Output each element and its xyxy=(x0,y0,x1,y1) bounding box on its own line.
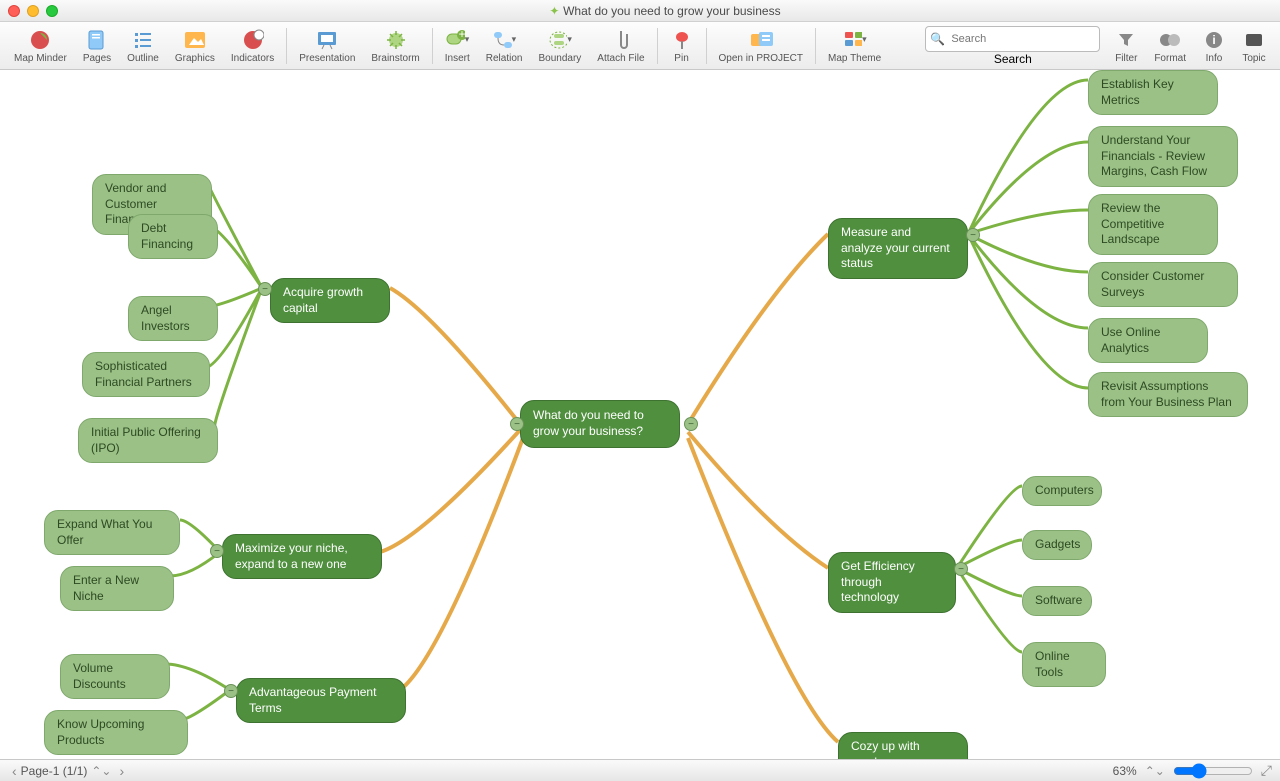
close-icon[interactable] xyxy=(8,5,20,17)
collapse-acquire[interactable]: − xyxy=(258,282,272,296)
leaf-new-niche[interactable]: Enter a New Niche xyxy=(60,566,174,611)
fullscreen-icon[interactable]: ⤢ xyxy=(1261,762,1272,779)
titlebar: ✦ What do you need to grow your business xyxy=(0,0,1280,22)
branch-acquire[interactable]: Acquire growth capital xyxy=(270,278,390,323)
indicators-button[interactable]: Indicators xyxy=(223,22,282,69)
leaf-competitive[interactable]: Review the Competitive Landscape xyxy=(1088,194,1218,255)
search-input[interactable] xyxy=(945,28,1095,50)
leaf-surveys[interactable]: Consider Customer Surveys xyxy=(1088,262,1238,307)
collapse-left[interactable]: − xyxy=(510,417,524,431)
leaf-assumptions[interactable]: Revisit Assumptions from Your Business P… xyxy=(1088,372,1248,417)
branch-payment[interactable]: Advantageous Payment Terms xyxy=(236,678,406,723)
statusbar: ‹ Page-1 (1/1) ⌃⌄ › 63% ⌃⌄ ⤢ xyxy=(0,759,1280,781)
window-controls xyxy=(8,5,58,17)
outline-button[interactable]: Outline xyxy=(119,22,167,69)
leaf-financials[interactable]: Understand Your Financials - Review Marg… xyxy=(1088,126,1238,187)
mindmap-canvas[interactable]: What do you need to grow your business? … xyxy=(0,70,1280,759)
map-minder-button[interactable]: Map Minder xyxy=(6,22,75,69)
leaf-sophisticated[interactable]: Sophisticated Financial Partners xyxy=(82,352,210,397)
minimize-icon[interactable] xyxy=(27,5,39,17)
collapse-measure[interactable]: − xyxy=(966,228,980,242)
center-topic[interactable]: What do you need to grow your business? xyxy=(520,400,680,448)
leaf-computers[interactable]: Computers xyxy=(1022,476,1102,506)
window-title: ✦ What do you need to grow your business xyxy=(58,3,1272,18)
graphics-button[interactable]: Graphics xyxy=(167,22,223,69)
page-indicator: Page-1 (1/1) xyxy=(21,764,88,778)
leaf-analytics[interactable]: Use Online Analytics xyxy=(1088,318,1208,363)
boundary-button[interactable]: ▾Boundary xyxy=(530,22,589,69)
leaf-angel-investors[interactable]: Angel Investors xyxy=(128,296,218,341)
leaf-expand-offer[interactable]: Expand What You Offer xyxy=(44,510,180,555)
leaf-online-tools[interactable]: Online Tools xyxy=(1022,642,1106,687)
page-select[interactable]: ⌃⌄ xyxy=(91,764,111,778)
filter-button[interactable]: Filter xyxy=(1106,22,1146,69)
toolbar: Map Minder Pages Outline Graphics Indica… xyxy=(0,22,1280,70)
leaf-software[interactable]: Software xyxy=(1022,586,1092,616)
svg-text:i: i xyxy=(1212,33,1215,47)
leaf-gadgets[interactable]: Gadgets xyxy=(1022,530,1092,560)
search-wrap: 🔍 Search xyxy=(919,24,1106,68)
collapse-payment[interactable]: − xyxy=(224,684,238,698)
zoom-select[interactable]: ⌃⌄ xyxy=(1145,764,1165,778)
collapse-efficiency[interactable]: − xyxy=(954,562,968,576)
maximize-icon[interactable] xyxy=(46,5,58,17)
pages-button[interactable]: Pages xyxy=(75,22,119,69)
leaf-key-metrics[interactable]: Establish Key Metrics xyxy=(1088,70,1218,115)
relation-button[interactable]: ▾Relation xyxy=(478,22,531,69)
map-theme-button[interactable]: ▾Map Theme xyxy=(820,22,889,69)
open-project-button[interactable]: Open in PROJECT xyxy=(711,22,811,69)
page-prev-button[interactable]: ‹ xyxy=(8,763,21,779)
collapse-maximize[interactable]: − xyxy=(210,544,224,558)
pin-button[interactable]: Pin xyxy=(662,22,702,69)
insert-button[interactable]: +▾Insert xyxy=(437,22,478,69)
presentation-button[interactable]: Presentation xyxy=(291,22,363,69)
topic-button[interactable]: Topic xyxy=(1234,22,1274,69)
leaf-debt-financing[interactable]: Debt Financing xyxy=(128,214,218,259)
zoom-level: 63% xyxy=(1113,764,1137,778)
leaf-volume-discounts[interactable]: Volume Discounts xyxy=(60,654,170,699)
attach-file-button[interactable]: Attach File xyxy=(589,22,652,69)
page-next-button[interactable]: › xyxy=(115,763,128,779)
search-icon: 🔍 xyxy=(930,32,945,46)
branch-maximize[interactable]: Maximize your niche, expand to a new one xyxy=(222,534,382,579)
branch-efficiency[interactable]: Get Efficiency through technology xyxy=(828,552,956,613)
branch-cozy[interactable]: Cozy up with vendors xyxy=(838,732,968,759)
brainstorm-button[interactable]: Brainstorm xyxy=(363,22,427,69)
collapse-right[interactable]: − xyxy=(684,417,698,431)
zoom-slider[interactable] xyxy=(1173,763,1253,779)
info-button[interactable]: iInfo xyxy=(1194,22,1234,69)
branch-measure[interactable]: Measure and analyze your current status xyxy=(828,218,968,279)
format-button[interactable]: Format xyxy=(1146,22,1194,69)
leaf-upcoming-products[interactable]: Know Upcoming Products xyxy=(44,710,188,755)
leaf-ipo[interactable]: Initial Public Offering (IPO) xyxy=(78,418,218,463)
